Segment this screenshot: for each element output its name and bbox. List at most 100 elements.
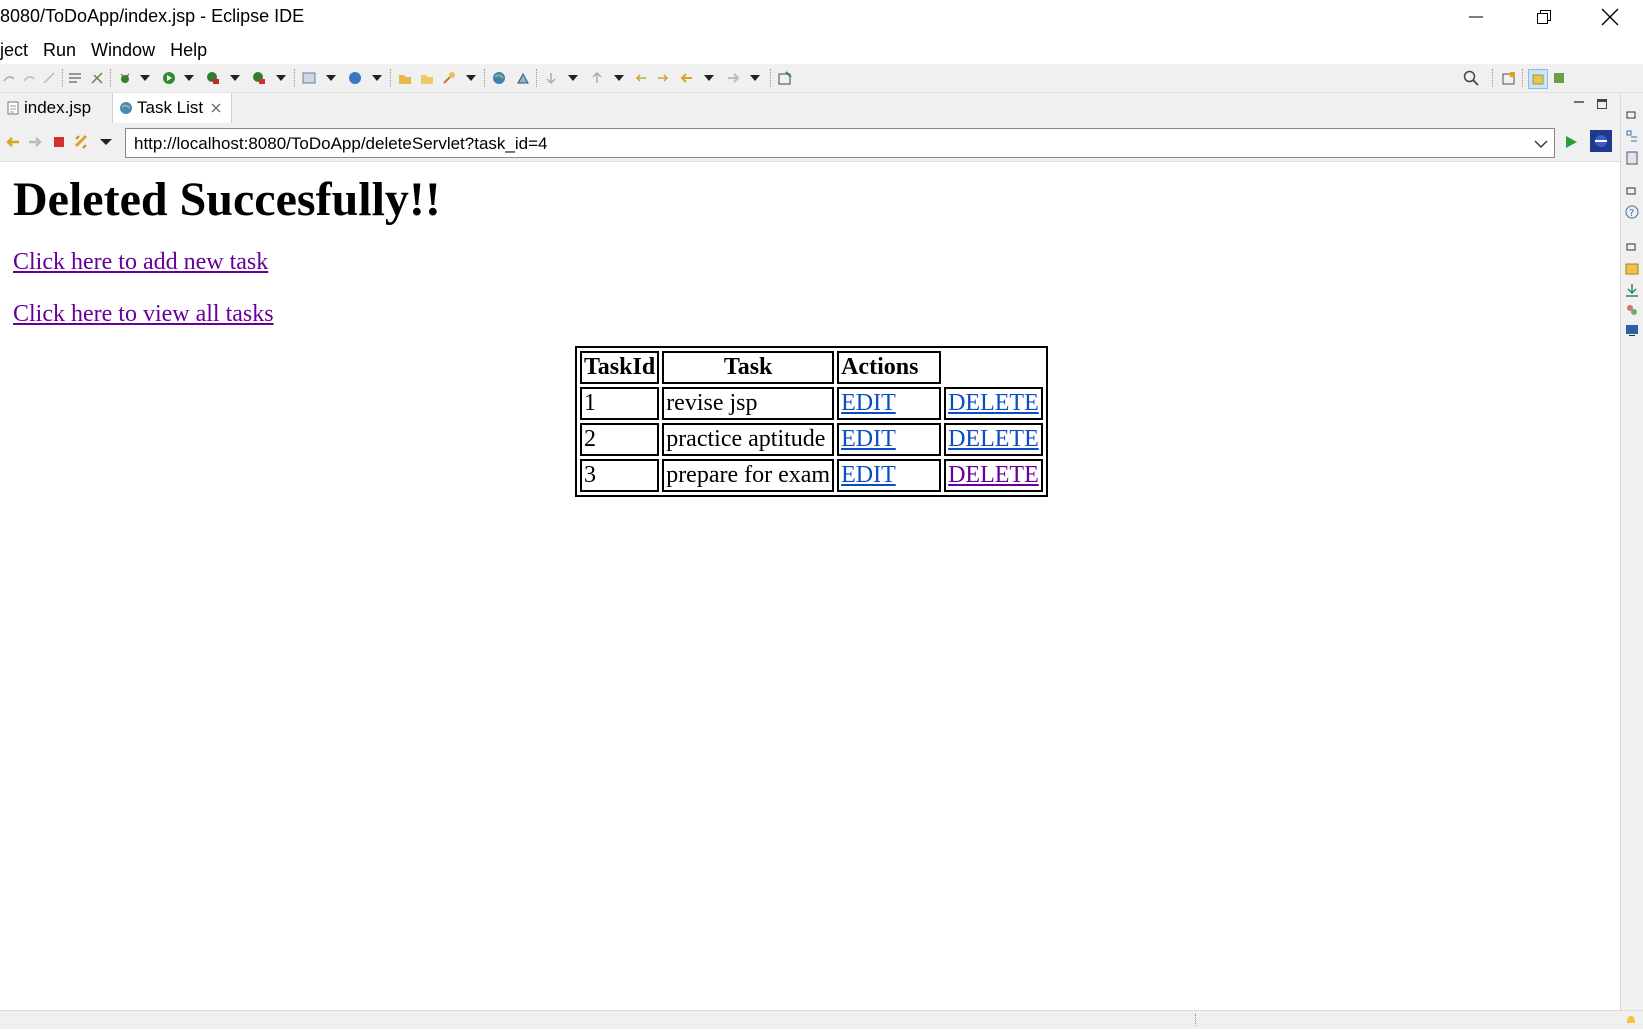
status-divider xyxy=(1195,1014,1196,1026)
cell-delete: DELETE xyxy=(944,387,1043,420)
pin-editor-icon[interactable] xyxy=(776,69,794,87)
search-tool-icon[interactable] xyxy=(440,69,458,87)
next-annotation-icon[interactable] xyxy=(542,69,560,87)
browser-navigation-bar: http://localhost:8080/ToDoApp/deleteServ… xyxy=(0,123,1620,162)
edit-link[interactable]: EDIT xyxy=(841,390,896,416)
minimize-icon xyxy=(1469,16,1483,18)
forward-icon[interactable] xyxy=(724,69,742,87)
help-view-icon[interactable]: ? xyxy=(1625,205,1639,219)
edit-link[interactable]: EDIT xyxy=(841,462,896,488)
debug-icon[interactable] xyxy=(116,69,134,87)
new-server-dropdown-icon[interactable] xyxy=(322,69,340,87)
browser-page: Deleted Succesfully!! Click here to add … xyxy=(0,162,1619,1009)
previous-annotation-icon[interactable] xyxy=(588,69,606,87)
console-view-icon[interactable] xyxy=(1625,323,1639,337)
redo-icon[interactable] xyxy=(0,69,18,87)
view-tasks-link[interactable]: Click here to view all tasks xyxy=(13,301,274,328)
new-server-icon[interactable] xyxy=(300,69,318,87)
table-row: 2 practice aptitude EDIT DELETE xyxy=(580,423,1043,456)
previous-annotation-dropdown-icon[interactable] xyxy=(610,69,628,87)
coverage-icon[interactable] xyxy=(204,69,222,87)
back-icon[interactable] xyxy=(678,69,696,87)
cell-task-id: 2 xyxy=(580,423,660,456)
servers-view-icon[interactable] xyxy=(1625,303,1639,317)
url-text: http://localhost:8080/ToDoApp/deleteServ… xyxy=(134,134,548,153)
jee-perspective-icon[interactable] xyxy=(1528,69,1548,89)
run-dropdown-icon[interactable] xyxy=(180,69,198,87)
tab-close-icon[interactable] xyxy=(210,102,222,114)
coverage-dropdown-icon[interactable] xyxy=(226,69,244,87)
external-tools-icon[interactable] xyxy=(250,69,268,87)
add-task-link[interactable]: Click here to add new task xyxy=(13,249,268,276)
web-browser-icon[interactable] xyxy=(490,69,508,87)
cell-edit: EDIT xyxy=(837,423,942,456)
close-icon xyxy=(1601,8,1619,26)
table-row: 3 prepare for exam EDIT DELETE xyxy=(580,459,1043,492)
cell-edit: EDIT xyxy=(837,459,942,492)
git-repositories-icon[interactable] xyxy=(1625,261,1639,275)
search-dropdown-icon[interactable] xyxy=(462,69,480,87)
external-tools-dropdown-icon[interactable] xyxy=(272,69,290,87)
task-repository-icon[interactable] xyxy=(514,69,532,87)
notification-icon[interactable] xyxy=(1625,1013,1637,1032)
delete-link[interactable]: DELETE xyxy=(948,426,1039,452)
page-heading: Deleted Succesfully!! xyxy=(13,173,441,226)
minimize-view-icon xyxy=(1574,101,1584,103)
java-perspective-icon[interactable] xyxy=(1550,69,1568,87)
tab-index-jsp[interactable]: index.jsp xyxy=(0,93,110,123)
task-list-view-icon[interactable] xyxy=(1625,151,1639,165)
tab-label: Task List xyxy=(137,98,204,117)
back-dropdown-icon[interactable] xyxy=(700,69,718,87)
edit-link[interactable]: EDIT xyxy=(841,426,896,452)
open-perspective-icon[interactable] xyxy=(1500,69,1518,87)
delete-link[interactable]: DELETE xyxy=(948,390,1039,416)
tab-task-list[interactable]: Task List xyxy=(112,93,232,123)
url-field[interactable]: http://localhost:8080/ToDoApp/deleteServ… xyxy=(125,128,1555,158)
menu-help[interactable]: Help xyxy=(170,40,207,61)
refresh-icon[interactable] xyxy=(72,133,90,151)
open-resource-icon[interactable] xyxy=(418,69,436,87)
browser-menu-dropdown-icon[interactable] xyxy=(97,133,115,151)
browser-forward-icon[interactable] xyxy=(26,133,44,151)
menu-run[interactable]: Run xyxy=(43,40,76,61)
minimize-button[interactable] xyxy=(1441,0,1511,34)
maximize-view-button[interactable] xyxy=(1596,97,1608,115)
restore-view-icon[interactable] xyxy=(1625,107,1639,121)
outline-view-icon[interactable] xyxy=(1625,129,1639,143)
globe-icon xyxy=(120,102,132,114)
search-icon[interactable] xyxy=(1462,69,1480,87)
forward-dropdown-icon[interactable] xyxy=(746,69,764,87)
menu-window[interactable]: Window xyxy=(91,40,155,61)
new-class-icon[interactable] xyxy=(346,69,364,87)
new-class-dropdown-icon[interactable] xyxy=(368,69,386,87)
close-button[interactable] xyxy=(1577,0,1643,34)
eclipse-browser-icon[interactable] xyxy=(1590,130,1612,152)
go-icon[interactable] xyxy=(1562,133,1580,151)
menu-project[interactable]: ject xyxy=(0,40,28,61)
forward-edit-location-icon[interactable] xyxy=(654,69,672,87)
url-history-dropdown-icon[interactable] xyxy=(1534,139,1548,149)
cell-task: practice aptitude xyxy=(662,423,835,456)
open-type-icon[interactable] xyxy=(396,69,414,87)
last-edit-icon[interactable] xyxy=(40,69,58,87)
stop-icon[interactable] xyxy=(50,133,68,151)
right-trim-bar: ? xyxy=(1620,93,1643,1011)
run-icon[interactable] xyxy=(160,69,178,87)
restore-view-icon-3[interactable] xyxy=(1625,239,1639,253)
restore-button[interactable] xyxy=(1509,0,1579,34)
restore-view-icon-2[interactable] xyxy=(1625,183,1639,197)
next-annotation-dropdown-icon[interactable] xyxy=(564,69,582,87)
toggle-comment-icon[interactable] xyxy=(66,69,84,87)
minimize-view-button[interactable] xyxy=(1573,97,1585,115)
status-bar xyxy=(0,1010,1643,1029)
cell-delete: DELETE xyxy=(944,423,1043,456)
table-header-row: TaskId Task Actions xyxy=(580,351,1043,384)
svg-text:?: ? xyxy=(1629,208,1634,219)
debug-dropdown-icon[interactable] xyxy=(136,69,154,87)
redo-disabled-icon[interactable] xyxy=(20,69,38,87)
browser-back-icon[interactable] xyxy=(4,133,22,151)
delete-link[interactable]: DELETE xyxy=(948,462,1039,488)
last-edit-location-icon[interactable] xyxy=(632,69,650,87)
skip-breakpoints-icon[interactable] xyxy=(88,69,106,87)
git-staging-icon[interactable] xyxy=(1625,283,1639,297)
